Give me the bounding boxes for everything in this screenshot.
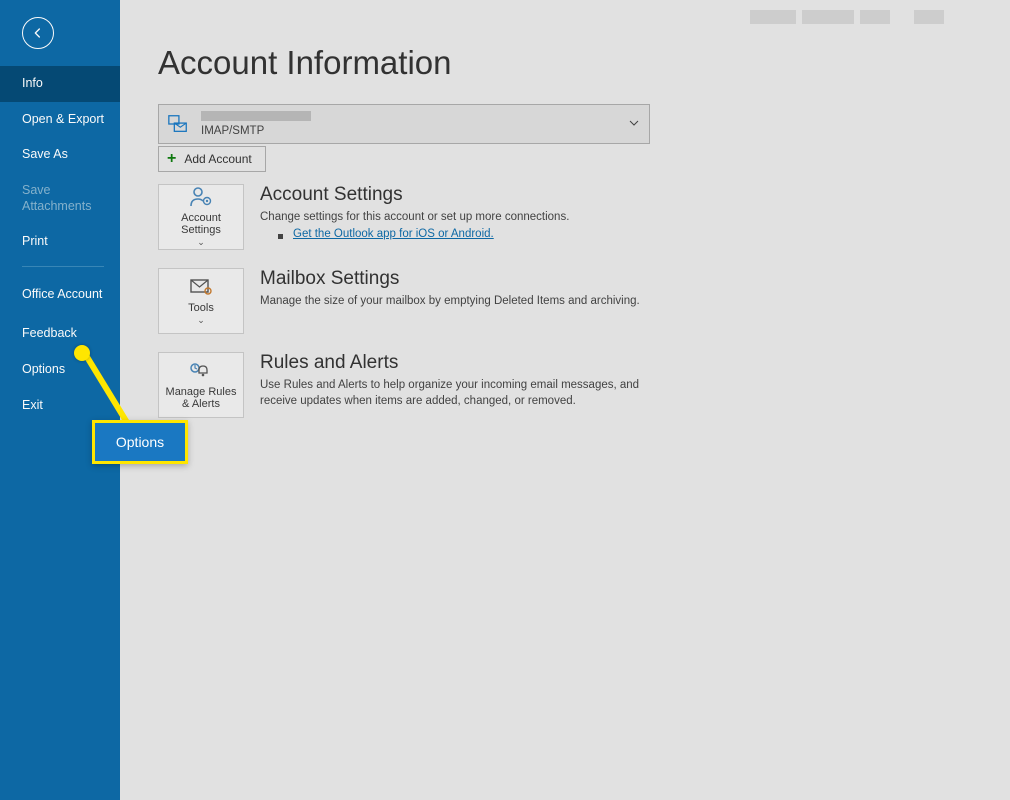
- main-content: Account Information IMAP/SMTP + Add Acco…: [120, 0, 1010, 800]
- sidebar-item-open-export[interactable]: Open & Export: [0, 102, 120, 138]
- add-account-label: Add Account: [184, 152, 251, 166]
- window-controls-redacted: [750, 10, 948, 24]
- chevron-down-icon: ⌄: [197, 237, 205, 248]
- plus-icon: +: [167, 151, 176, 167]
- section-description: Change settings for this account or set …: [260, 210, 569, 226]
- add-account-button[interactable]: + Add Account: [158, 146, 266, 172]
- sidebar-item-office-account[interactable]: Office Account: [0, 273, 120, 317]
- sidebar-divider: [22, 266, 104, 267]
- user-gear-icon: [189, 186, 213, 208]
- back-arrow-icon: [22, 17, 54, 49]
- back-button[interactable]: [0, 0, 120, 66]
- tile-label: Tools: [184, 302, 218, 314]
- sidebar-item-info[interactable]: Info: [0, 66, 120, 102]
- account-type-label: IMAP/SMTP: [201, 125, 311, 137]
- sidebar-item-exit[interactable]: Exit: [0, 388, 120, 424]
- bullet-icon: [278, 234, 283, 239]
- section-description: Use Rules and Alerts to help organize yo…: [260, 378, 670, 409]
- account-icon: [165, 111, 191, 137]
- sidebar-item-feedback[interactable]: Feedback: [0, 316, 120, 352]
- section-title: Account Settings: [260, 184, 569, 206]
- section-title: Mailbox Settings: [260, 268, 640, 290]
- sidebar-item-save-as[interactable]: Save As: [0, 137, 120, 173]
- sidebar-item-print[interactable]: Print: [0, 224, 120, 260]
- tools-tile[interactable]: Tools ⌄: [158, 268, 244, 334]
- mailbox-tools-icon: [189, 276, 213, 298]
- file-backstage-sidebar: Info Open & Export Save As Save Attachme…: [0, 0, 120, 800]
- tile-label: Manage Rules & Alerts: [159, 386, 243, 410]
- section-description: Manage the size of your mailbox by empty…: [260, 294, 640, 310]
- sidebar-item-options[interactable]: Options: [0, 352, 120, 388]
- tile-label: Account Settings: [159, 212, 243, 236]
- account-selector[interactable]: IMAP/SMTP: [158, 104, 650, 144]
- rules-alerts-icon: [188, 360, 214, 382]
- outlook-app-link[interactable]: Get the Outlook app for iOS or Android.: [293, 228, 494, 240]
- chevron-down-icon: [629, 115, 639, 133]
- chevron-down-icon: ⌄: [197, 315, 205, 326]
- sidebar-item-save-attachments: Save Attachments: [0, 173, 120, 224]
- account-settings-tile[interactable]: Account Settings ⌄: [158, 184, 244, 250]
- section-title: Rules and Alerts: [260, 352, 670, 374]
- annotation-marker-dot: [74, 345, 90, 361]
- manage-rules-alerts-tile[interactable]: Manage Rules & Alerts: [158, 352, 244, 418]
- account-email-redacted: [201, 111, 311, 121]
- page-title: Account Information: [158, 44, 1010, 82]
- annotation-callout: Options: [92, 420, 188, 464]
